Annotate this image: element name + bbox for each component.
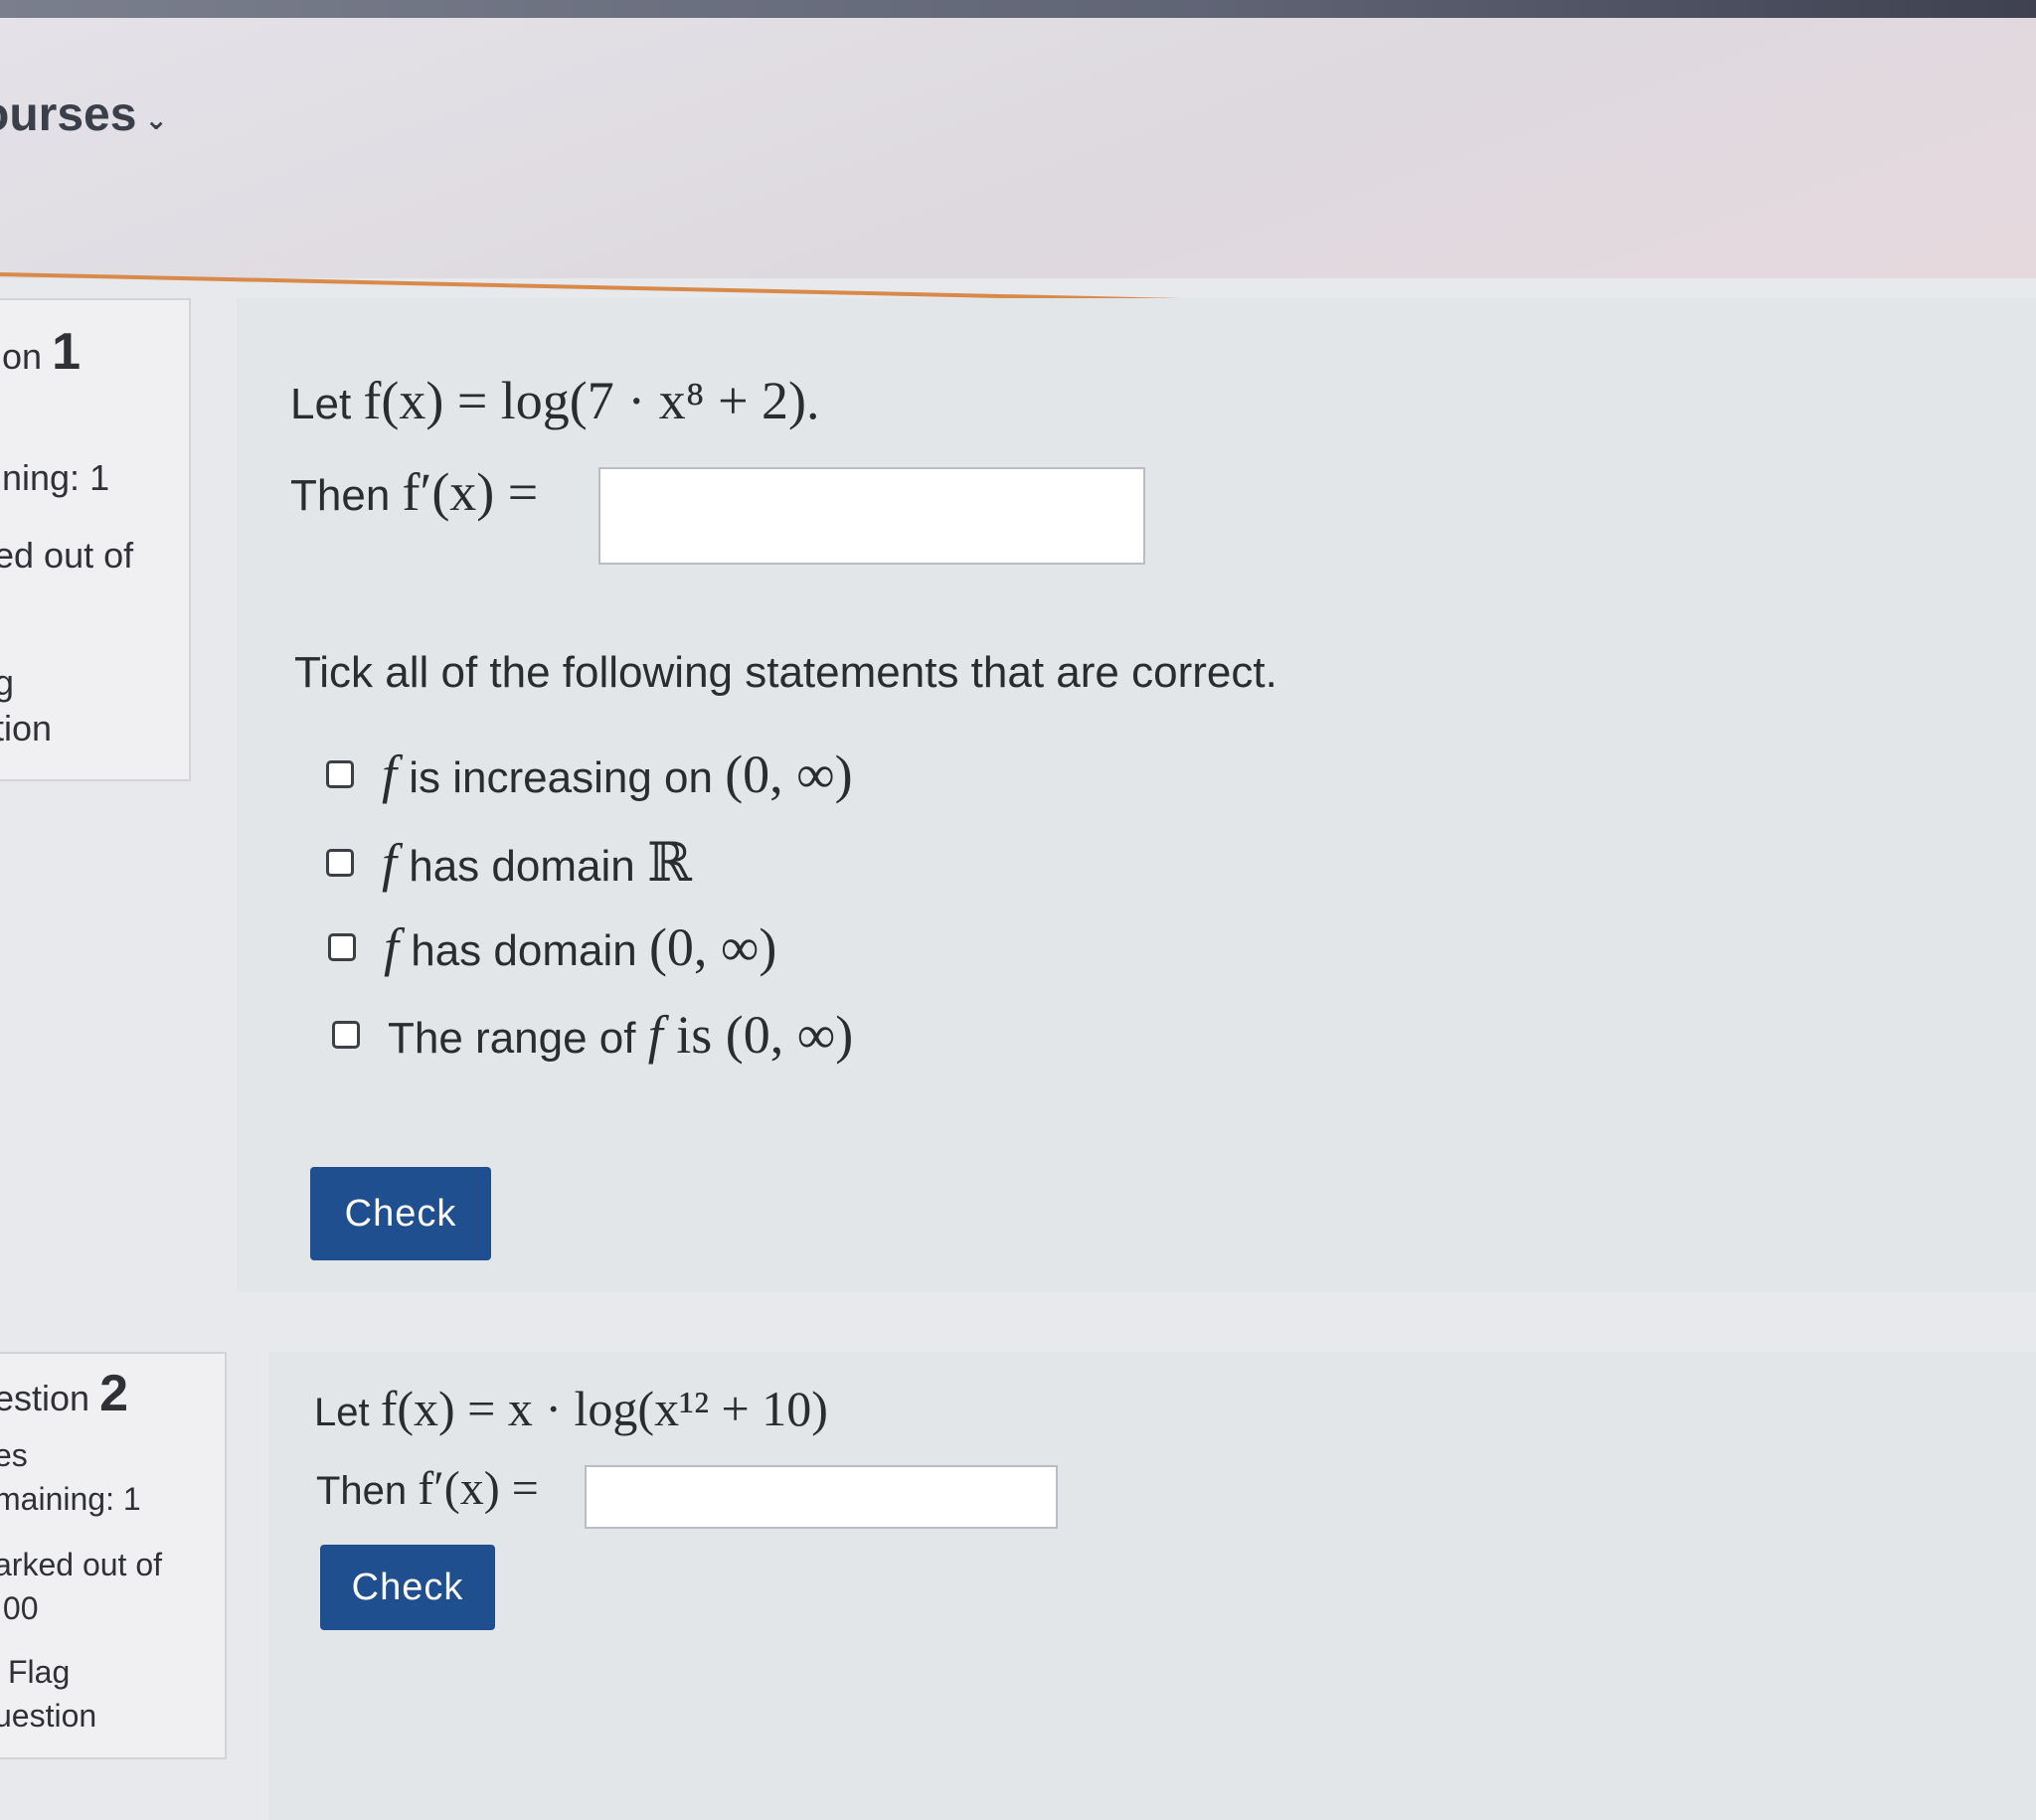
question-title-prefix: ion — [0, 336, 43, 377]
marks-value: .00 — [0, 1590, 39, 1626]
statement-option-2[interactable]: f has domain ℝ — [326, 831, 692, 894]
courses-nav-label: ourses — [0, 88, 137, 141]
question-1-answer-input[interactable] — [598, 467, 1145, 565]
question-2-let-line: Let f(x) = x · log(x¹² + 10) — [314, 1380, 828, 1437]
question-1-check-button[interactable]: Check — [310, 1167, 491, 1260]
tries-remaining: ining: 1 — [0, 457, 110, 498]
function-definition: f(x) = log(7 · x⁸ + 2). — [363, 371, 820, 430]
flag-question-line2[interactable]: tion — [0, 708, 52, 749]
statement-3-label: f has domain (0, ∞) — [384, 917, 777, 977]
then-label: Then — [316, 1469, 408, 1513]
question-2-answer-input[interactable] — [585, 1465, 1058, 1529]
tries-remaining: maining: 1 — [0, 1481, 141, 1517]
chevron-down-icon: ⌄ — [144, 104, 168, 135]
statement-option-4[interactable]: The range of f is (0, ∞) — [332, 1004, 853, 1066]
derivative-label: f′(x) = — [418, 1462, 539, 1515]
statement-1-label: f is increasing on (0, ∞) — [382, 745, 853, 804]
marked-out-of: arked out of — [0, 1547, 162, 1582]
flag-question-line2[interactable]: uestion — [0, 1698, 96, 1735]
statement-option-1[interactable]: f is increasing on (0, ∞) — [326, 744, 853, 805]
tries-label: es — [0, 1437, 28, 1473]
function-definition: f(x) = x · log(x¹² + 10) — [380, 1381, 828, 1436]
question-2-check-button[interactable]: Check — [320, 1545, 495, 1630]
question-2-info-panel: estion 2 es maining: 1 arked out of .00 … — [0, 1352, 227, 1759]
statement-1-checkbox[interactable] — [326, 760, 354, 788]
question-2-then-line: Then f′(x) = — [316, 1461, 539, 1516]
statement-2-label: f has domain ℝ — [382, 833, 692, 893]
statement-4-checkbox[interactable] — [332, 1021, 360, 1049]
statement-3-checkbox[interactable] — [328, 933, 356, 961]
let-label: Let — [290, 380, 352, 428]
question-1-title: ion 1 — [0, 322, 81, 382]
question-1-then-line: Then f′(x) = — [290, 461, 538, 523]
then-label: Then — [290, 471, 391, 520]
question-number: 1 — [52, 323, 81, 381]
question-1-let-line: Let f(x) = log(7 · x⁸ + 2). — [290, 370, 820, 431]
tick-instruction: Tick all of the following statements tha… — [294, 648, 1277, 697]
question-title-prefix: estion — [0, 1378, 90, 1418]
statement-2-checkbox[interactable] — [326, 848, 354, 877]
statement-option-3[interactable]: f has domain (0, ∞) — [328, 916, 776, 978]
courses-nav-menu[interactable]: ourses ⌄ — [0, 87, 168, 142]
top-bar — [0, 0, 2036, 18]
marked-out-of: ed out of — [0, 535, 134, 576]
page-header — [0, 18, 2036, 278]
question-1-info-panel: ion 1 ining: 1 ed out of g tion — [0, 298, 191, 781]
statement-4-label: The range of f is (0, ∞) — [388, 1005, 854, 1065]
flag-question-line1[interactable]: Flag — [8, 1654, 70, 1691]
derivative-label: f′(x) = — [402, 462, 539, 522]
question-2-title: estion 2 — [0, 1364, 128, 1423]
question-number: 2 — [99, 1365, 129, 1422]
flag-question-line1[interactable]: g — [0, 662, 14, 704]
let-label: Let — [314, 1391, 370, 1434]
